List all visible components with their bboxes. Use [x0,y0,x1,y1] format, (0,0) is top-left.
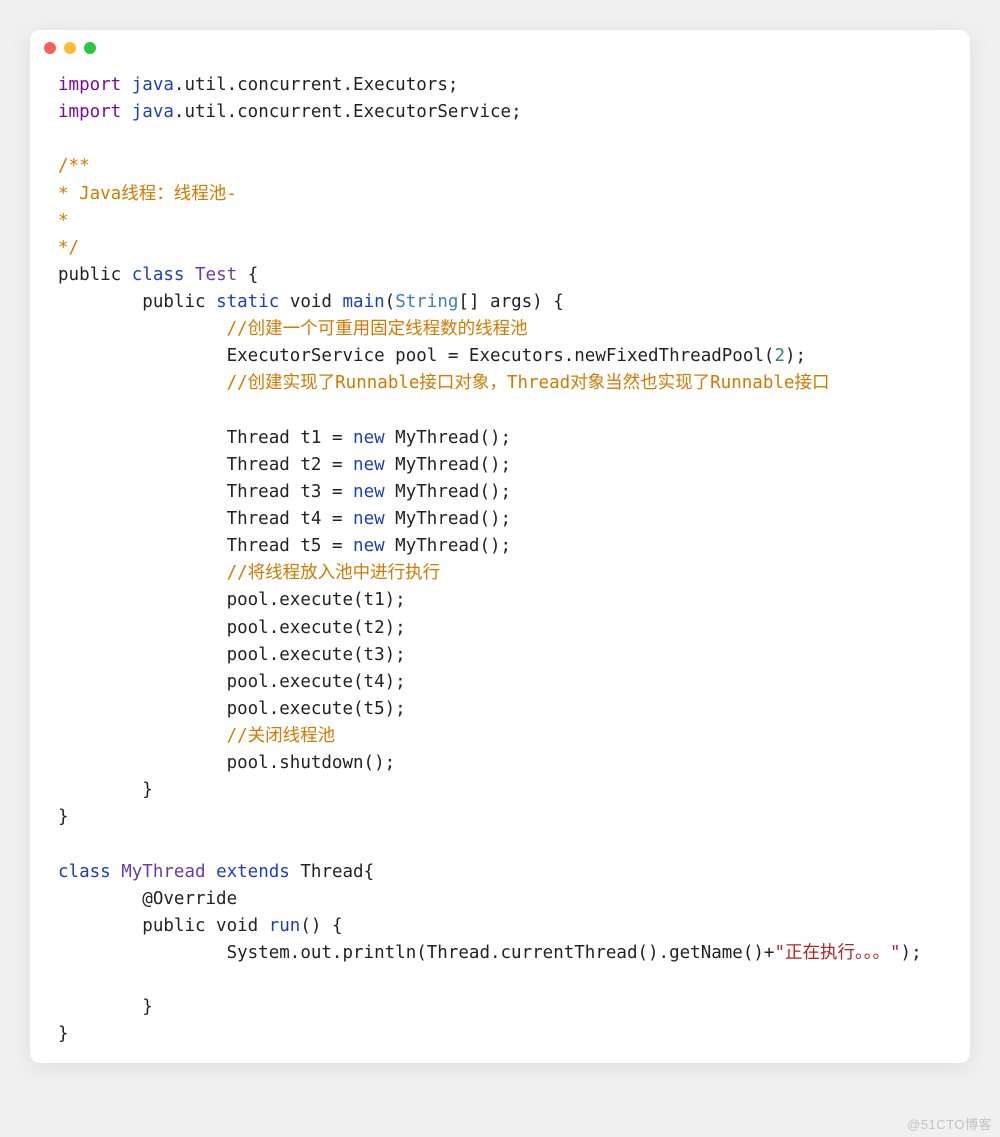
code-text: Thread t [227,536,311,556]
keyword-new: new [353,428,385,448]
keyword-void: void [206,916,269,936]
code-text: = [321,482,353,502]
comment-line: //创建一个可重用固定线程数的线程池 [227,319,528,339]
package-tail: .util.concurrent.ExecutorService; [174,102,522,122]
doc-comment: * [58,211,69,231]
code-text: MyThread(); [385,482,511,502]
comment-line: //关闭线程池 [227,726,336,746]
doc-comment: */ [58,238,79,258]
code-text: pool.shutdown(); [227,753,396,773]
comment-line: //将线程放入池中进行执行 [227,563,441,583]
keyword-import: import [58,102,121,122]
keyword-public: public [58,265,121,285]
code-text: 1 [311,428,322,448]
brace-close: } [142,997,153,1017]
close-icon[interactable] [44,42,56,54]
package-root: java [132,102,174,122]
doc-comment: /** [58,156,90,176]
code-text: = [321,536,353,556]
code-text: ExecutorService pool = Executors.newFixe… [227,346,775,366]
code-text: Thread t [227,509,311,529]
maximize-icon[interactable] [84,42,96,54]
comment-line: //创建实现了Runnable接口对象，Thread对象当然也实现了Runnab… [227,373,830,393]
keyword-new: new [353,482,385,502]
code-area[interactable]: import java.util.concurrent.Executors; i… [30,58,964,1063]
method-run: run [269,916,301,936]
class-name: MyThread [121,862,205,882]
class-name: Test [195,265,237,285]
keyword-public: public [142,916,205,936]
brace-close: } [58,807,69,827]
code-text: Thread{ [290,862,374,882]
code-text: pool.execute(t2); [227,618,406,638]
type-string: String [395,292,458,312]
code-text: = [321,509,353,529]
paren-open: ( [385,292,396,312]
code-text: ); [785,346,806,366]
keyword-new: new [353,455,385,475]
method-main: main [343,292,385,312]
code-text: pool.execute(t5); [227,699,406,719]
code-text: MyThread(); [385,509,511,529]
keyword-class: class [132,265,185,285]
package-tail: .util.concurrent.Executors; [174,75,458,95]
code-text: Thread t [227,482,311,502]
code-text: Thread t [227,455,311,475]
keyword-public: public [142,292,205,312]
code-text: Thread t [227,428,311,448]
code-text: 3 [311,482,322,502]
minimize-icon[interactable] [64,42,76,54]
code-text: = [321,428,353,448]
keyword-class: class [58,862,111,882]
code-text: ); [901,943,922,963]
annotation-override: @Override [142,889,237,909]
code-text: pool.execute(t1); [227,590,406,610]
code-text: 2 [311,455,322,475]
code-text: MyThread(); [385,455,511,475]
code-text: System.out.println(Thread.currentThread(… [227,943,775,963]
brace-close: } [142,780,153,800]
number-literal: 2 [774,346,785,366]
keyword-import: import [58,75,121,95]
code-window: import java.util.concurrent.Executors; i… [30,30,970,1063]
brace-open: { [237,265,258,285]
code-text: pool.execute(t4); [227,672,406,692]
package-root: java [132,75,174,95]
window-titlebar [30,30,970,58]
doc-comment: * Java线程：线程池- [58,184,237,204]
keyword-void: void [279,292,342,312]
string-literal: "正在执行。。。" [774,943,900,963]
code-scroll-container: import java.util.concurrent.Executors; i… [30,58,970,1063]
code-text: = [321,455,353,475]
keyword-static: static [216,292,279,312]
keyword-new: new [353,509,385,529]
code-text: pool.execute(t3); [227,645,406,665]
args-tail: [] args) { [458,292,563,312]
code-text: MyThread(); [385,428,511,448]
code-text: 4 [311,509,322,529]
keyword-extends: extends [216,862,290,882]
code-text: 5 [311,536,322,556]
brace-close: } [58,1024,69,1044]
watermark-text: @51CTO博客 [907,1114,992,1133]
code-text: () { [300,916,342,936]
code-text: MyThread(); [385,536,511,556]
keyword-new: new [353,536,385,556]
